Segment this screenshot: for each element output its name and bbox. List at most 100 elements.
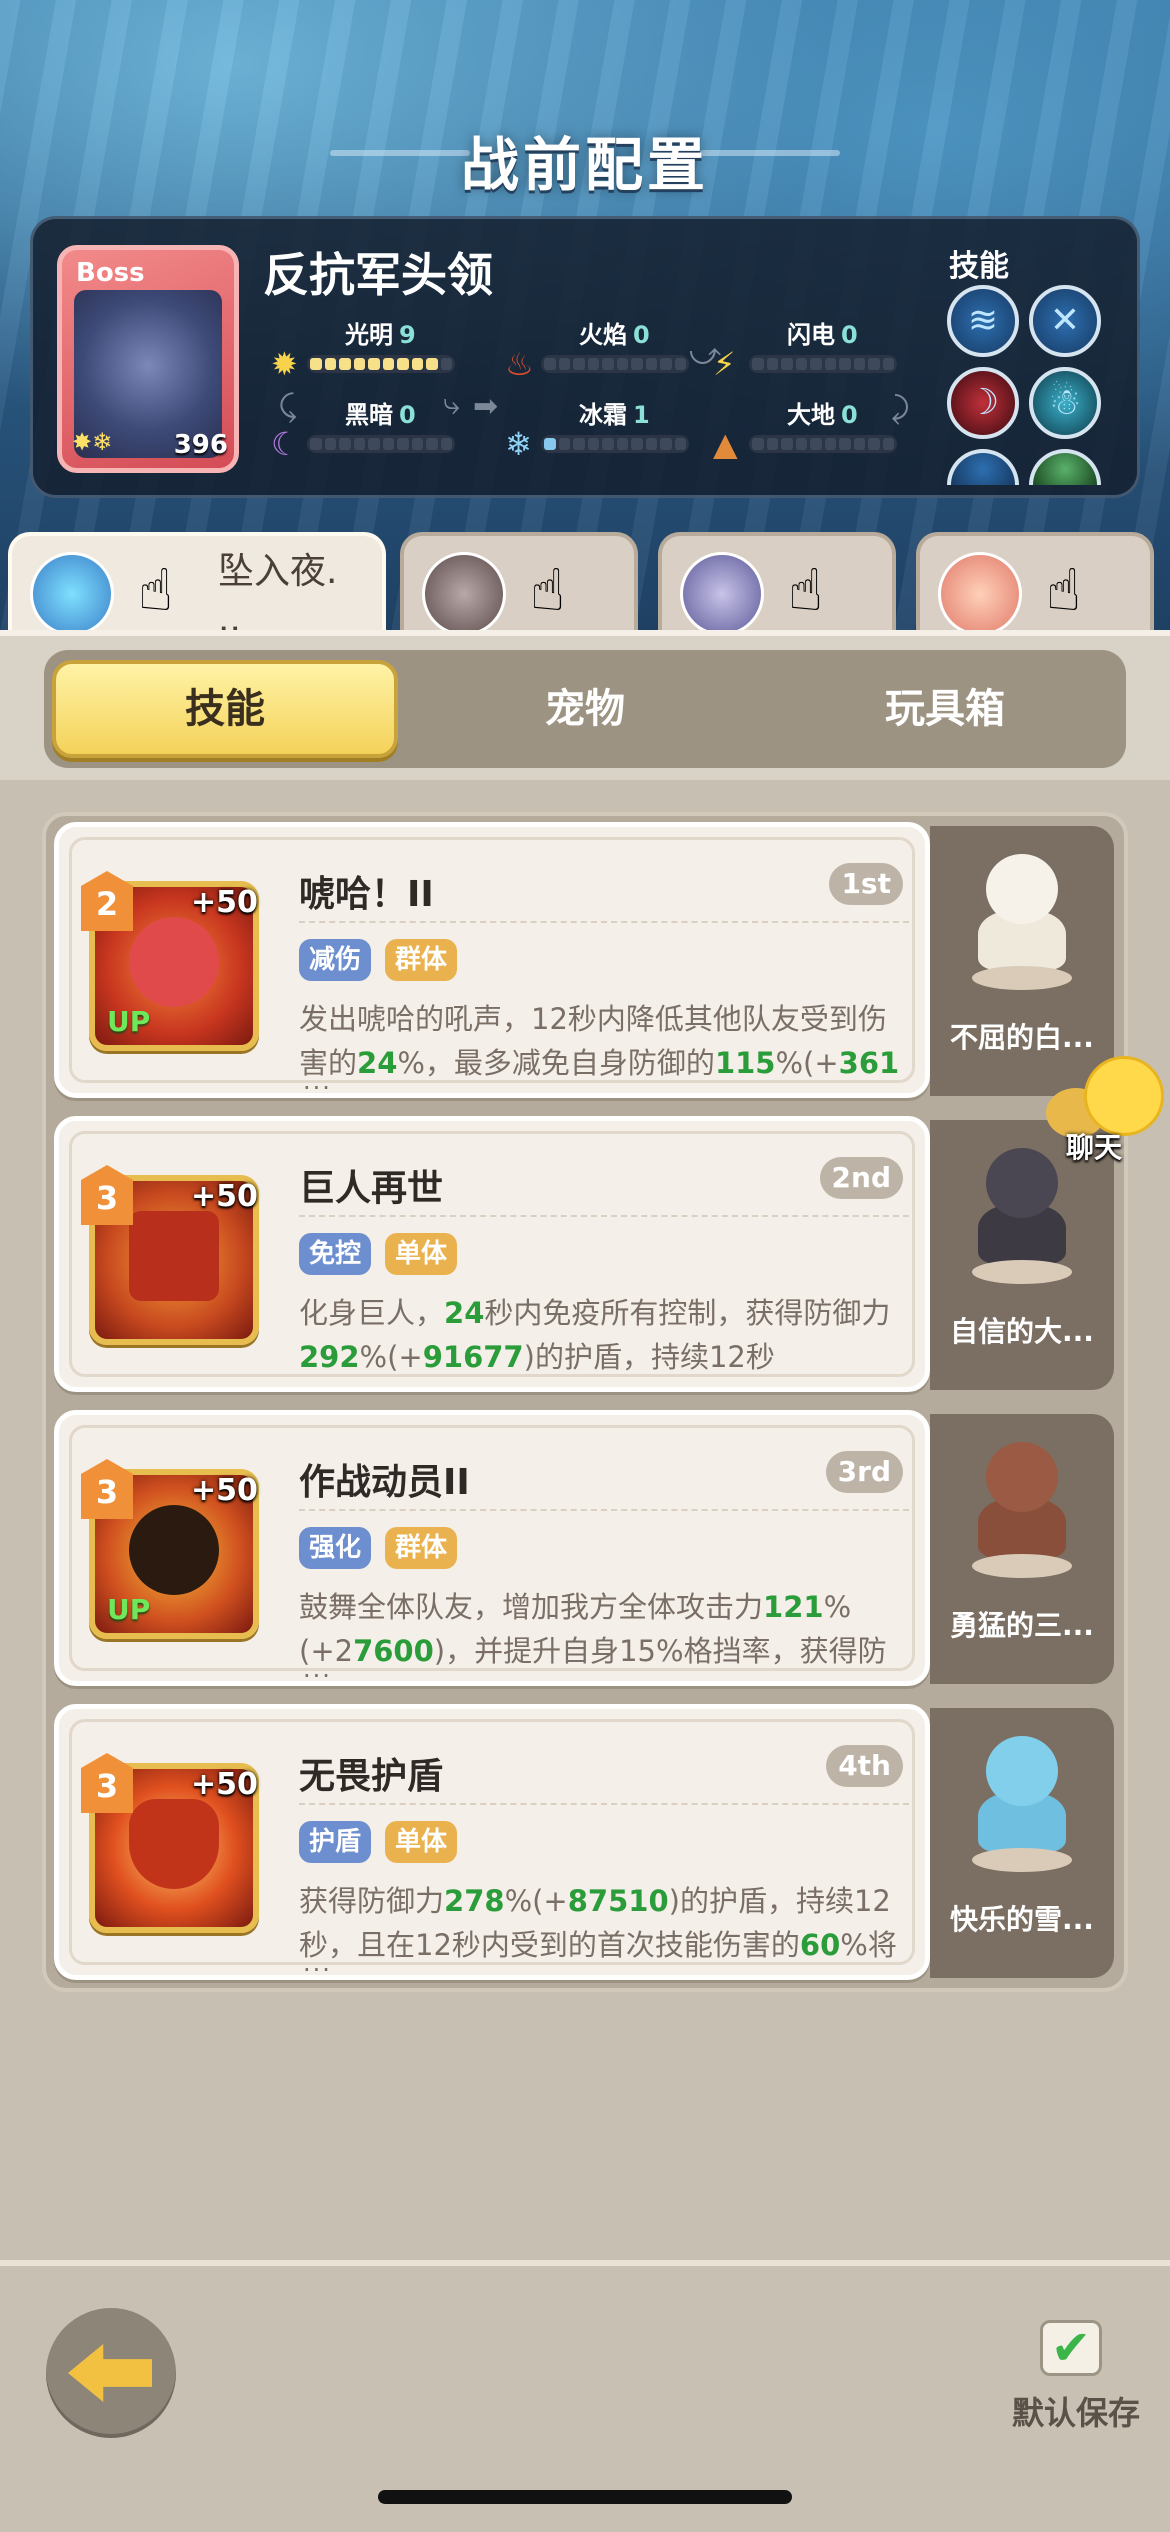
description-ellipsis: ... — [303, 1655, 332, 1683]
frost-bar — [541, 435, 689, 453]
element-lightning: 闪电 0 — [787, 321, 858, 349]
character-tab-1[interactable]: ☝ 坠入夜. .. — [8, 532, 386, 640]
boss-portrait[interactable]: Boss ✸❄ 396 — [57, 245, 239, 473]
boss-element-icons: ✸❄ — [72, 428, 113, 456]
back-button[interactable] — [46, 2308, 176, 2438]
light-icon: ✹ — [271, 345, 298, 383]
boss-tag: Boss — [76, 258, 145, 288]
default-save-checkbox[interactable]: ✔ — [1040, 2320, 1102, 2376]
boss-skill-icon[interactable]: ☽ — [947, 367, 1019, 439]
divider — [299, 1803, 909, 1805]
cycle-arrow-icon: ⤷ — [443, 387, 460, 422]
smiley-icon — [1084, 1056, 1164, 1136]
skill-plus-level: +50 — [191, 1179, 258, 1214]
skill-up-label: UP — [107, 1005, 151, 1038]
pet-slot-3[interactable]: 勇猛的三... — [930, 1414, 1114, 1684]
skill-description: 化身巨人，24秒内免疫所有控制，获得防御力292%(+91677)的护盾，持续1… — [299, 1296, 891, 1374]
back-arrow-icon — [68, 2344, 152, 2402]
character-tab-4[interactable]: ☝ — [916, 532, 1154, 636]
boss-info-panel: Boss ✸❄ 396 反抗军头领 光明 9 ✹ 火焰 0 ♨ ⤻ 闪电 0 ⚡ ⤹ … — [30, 216, 1140, 498]
skill-tag: 减伤 — [299, 939, 372, 981]
skill-name: 作战动员II — [299, 1462, 470, 1503]
config-tab-bar: 技能 宠物 玩具箱 — [44, 650, 1126, 768]
pet-slot-4[interactable]: 快乐的雪... — [930, 1708, 1114, 1978]
skill-tag: 护盾 — [299, 1821, 372, 1863]
skill-level-badge: 2 — [81, 871, 133, 931]
character-tab-2[interactable]: ☝ — [400, 532, 638, 636]
pet-name: 不屈的白... — [950, 1021, 1094, 1054]
fire-icon: ♨ — [505, 345, 534, 383]
element-light: 光明 9 — [345, 321, 416, 349]
skill-card-1[interactable]: 2 +50 UP 唬哈！II 1st 减伤 群体 发出唬哈的吼声，12秒内降低其… — [54, 822, 930, 1098]
lightning-bar — [749, 355, 897, 373]
character-avatar — [30, 552, 114, 636]
skill-description: 发出唬哈的吼声，12秒内降低其他队友受到伤害的24%，最多减免自身防御的115%… — [299, 1002, 900, 1080]
skill-name: 无畏护盾 — [299, 1756, 444, 1797]
skill-tag: 群体 — [385, 939, 458, 981]
skill-tag: 单体 — [385, 1821, 458, 1863]
cycle-arrow-icon: ⤸ — [891, 391, 909, 426]
pet-name: 自信的大... — [950, 1315, 1094, 1348]
boss-skill-icon[interactable]: ✕ — [1029, 285, 1101, 357]
divider — [299, 1215, 909, 1217]
pet-figure — [972, 1442, 1072, 1578]
skill-card-3[interactable]: 3 +50 UP 作战动员II 3rd 强化 群体 鼓舞全体队友，增加我方全体攻… — [54, 1410, 930, 1686]
skill-name: 巨人再世 — [299, 1168, 444, 1209]
boss-skill-icon[interactable] — [947, 449, 1019, 485]
skill-tag: 单体 — [385, 1233, 458, 1275]
skill-tag: 群体 — [385, 1527, 458, 1569]
skill-plus-level: +50 — [191, 885, 258, 920]
default-save-label: 默认保存 — [1012, 2394, 1141, 2432]
hand-icon: ☝ — [1046, 556, 1082, 624]
boss-name: 反抗军头领 — [263, 248, 493, 302]
frost-icon: ❄ — [505, 425, 532, 463]
boss-skill-icon[interactable]: ☃ — [1029, 367, 1101, 439]
skill-level-badge: 3 — [81, 1459, 133, 1519]
hand-icon: ☝ — [788, 556, 824, 624]
tab-pets[interactable]: 宠物 — [412, 660, 758, 758]
skill-tag: 强化 — [299, 1527, 372, 1569]
boss-skill-icon[interactable] — [1029, 449, 1101, 485]
pet-name: 快乐的雪... — [950, 1903, 1094, 1936]
divider — [299, 921, 909, 923]
arrow-right-icon: ➡ — [473, 389, 499, 424]
home-indicator — [378, 2490, 792, 2504]
skill-rank-badge: 2nd — [819, 1157, 903, 1199]
description-ellipsis: ... — [303, 1949, 332, 1977]
element-dark: 黑暗 0 — [345, 401, 416, 429]
character-tab-3[interactable]: ☝ — [658, 532, 896, 636]
tab-skills[interactable]: 技能 — [52, 660, 398, 758]
skill-rank-badge: 3rd — [825, 1451, 903, 1493]
boss-skill-icon[interactable]: ≋ — [947, 285, 1019, 357]
element-earth: 大地 0 — [787, 401, 858, 429]
boss-level: 396 — [173, 430, 228, 460]
earth-bar — [749, 435, 897, 453]
skill-card-4[interactable]: 3 +50 无畏护盾 4th 护盾 单体 获得防御力278%(+87510)的护… — [54, 1704, 930, 1980]
skill-plus-level: +50 — [191, 1473, 258, 1508]
skill-level-badge: 3 — [81, 1165, 133, 1225]
config-tab-area: 技能 宠物 玩具箱 — [0, 630, 1170, 780]
skill-tag: 免控 — [299, 1233, 372, 1275]
pet-figure — [972, 1736, 1072, 1872]
character-avatar — [938, 552, 1022, 636]
skill-name: 唬哈！II — [299, 874, 434, 915]
chat-button[interactable]: 聊天 — [1046, 1052, 1170, 1164]
chat-label: 聊天 — [1066, 1131, 1123, 1164]
skill-level-badge: 3 — [81, 1753, 133, 1813]
character-avatar — [680, 552, 764, 636]
skill-card-2[interactable]: 3 +50 巨人再世 2nd 免控 单体 化身巨人，24秒内免疫所有控制，获得防… — [54, 1116, 930, 1392]
hand-icon: ☝ — [138, 556, 174, 624]
lightning-icon: ⚡ — [713, 345, 736, 383]
element-fire: 火焰 0 — [579, 321, 650, 349]
skill-rank-badge: 4th — [826, 1745, 903, 1787]
tab-toybox[interactable]: 玩具箱 — [772, 660, 1118, 758]
pet-name: 勇猛的三... — [950, 1609, 1094, 1642]
dark-bar — [307, 435, 455, 453]
boss-skills-label: 技能 — [949, 249, 1009, 284]
skill-description: 获得防御力278%(+87510)的护盾，持续12秒，且在12秒内受到的首次技能… — [299, 1884, 897, 1962]
character-avatar — [422, 552, 506, 636]
light-bar — [307, 355, 455, 373]
hand-icon: ☝ — [530, 556, 566, 624]
skill-description: 鼓舞全体队友，增加我方全体攻击力121%(+27600)，并提升自身15%格挡率… — [299, 1590, 887, 1668]
fire-bar — [541, 355, 689, 373]
